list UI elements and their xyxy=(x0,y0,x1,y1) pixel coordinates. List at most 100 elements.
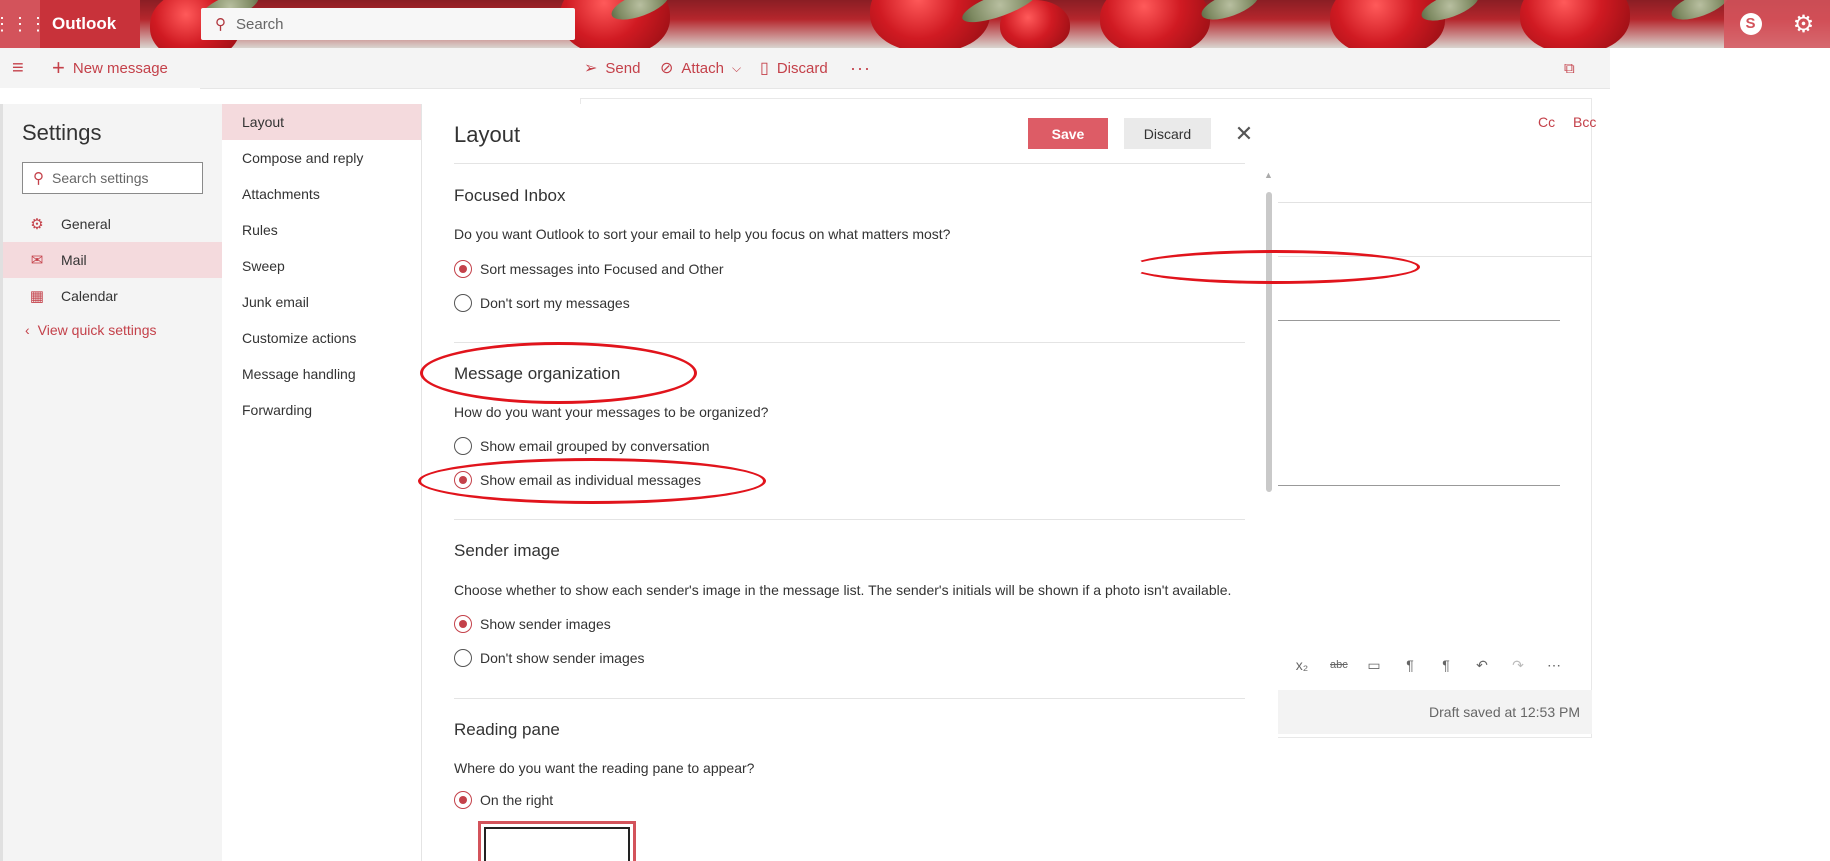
radio-label: Show email as individual messages xyxy=(480,472,701,488)
radio-button[interactable] xyxy=(454,294,472,312)
calendar-icon: ▦ xyxy=(29,288,45,305)
radio-button-selected[interactable] xyxy=(454,791,472,809)
panel-title: Layout xyxy=(454,122,521,147)
gear-icon: ⚙ xyxy=(1792,10,1815,38)
section-desc: Where do you want the reading pane to ap… xyxy=(454,760,755,776)
layout-settings-panel: Layout Save Discard ✕ ▲ Focused Inbox Do… xyxy=(422,104,1278,861)
subscript-icon[interactable]: x₂ xyxy=(1294,657,1310,673)
undo-icon[interactable]: ↶ xyxy=(1474,657,1490,674)
radio-label: Show sender images xyxy=(480,616,611,632)
scroll-up-icon[interactable]: ▲ xyxy=(1264,170,1273,180)
compose-divider xyxy=(1278,485,1560,486)
subnav-item-sweep[interactable]: Sweep xyxy=(222,248,421,284)
attach-button[interactable]: ⊘ Attach ⌵ xyxy=(660,48,741,88)
discard-button[interactable]: ▯ Discard xyxy=(760,48,828,88)
compose-divider xyxy=(1278,320,1560,321)
cc-link[interactable]: Cc xyxy=(1538,114,1555,130)
section-title-reading-pane: Reading pane xyxy=(454,720,560,739)
radio-button-selected[interactable] xyxy=(454,615,472,633)
app-brand[interactable]: Outlook xyxy=(40,0,140,48)
divider xyxy=(454,163,1245,164)
category-calendar[interactable]: ▦ Calendar xyxy=(3,278,222,314)
new-message-button[interactable]: + New message xyxy=(52,48,168,88)
close-icon[interactable]: ✕ xyxy=(1232,118,1256,149)
ltr-icon[interactable]: ¶ xyxy=(1402,657,1418,673)
view-quick-settings-label: View quick settings xyxy=(37,322,157,338)
radio-button[interactable] xyxy=(454,649,472,667)
more-format-icon[interactable]: ⋯ xyxy=(1546,657,1562,674)
page-background xyxy=(1610,48,1830,758)
send-label: Send xyxy=(605,59,641,77)
radio-label: Don't show sender images xyxy=(480,650,645,666)
search-icon: ⚲ xyxy=(215,16,226,33)
popout-icon[interactable]: ⧉ xyxy=(1564,48,1575,88)
radio-button[interactable] xyxy=(454,437,472,455)
redo-icon[interactable]: ↷ xyxy=(1510,657,1526,674)
subnav-item-forwarding[interactable]: Forwarding xyxy=(222,392,421,428)
hamburger-menu-icon[interactable]: ≡ xyxy=(12,48,24,88)
strikethrough-icon[interactable]: abc xyxy=(1330,659,1348,671)
subnav-item-layout[interactable]: Layout xyxy=(222,104,421,140)
search-input[interactable]: ⚲ Search xyxy=(201,8,575,40)
mail-settings-subnav: Layout Compose and reply Attachments Rul… xyxy=(222,104,422,861)
category-general[interactable]: ⚙ General xyxy=(3,206,222,242)
compose-divider xyxy=(1278,202,1592,203)
send-button[interactable]: ➢ Send xyxy=(584,48,640,88)
save-button[interactable]: Save xyxy=(1028,118,1108,149)
section-desc: How do you want your messages to be orga… xyxy=(454,404,769,420)
divider xyxy=(454,519,1245,520)
subnav-item-attachments[interactable]: Attachments xyxy=(222,176,421,212)
radio-reading-pane-right[interactable]: On the right xyxy=(454,788,553,812)
section-title-sender-image: Sender image xyxy=(454,541,560,560)
category-mail[interactable]: ✉ Mail xyxy=(3,242,222,278)
plus-icon: + xyxy=(52,55,65,80)
radio-individual-messages[interactable]: Show email as individual messages xyxy=(454,468,701,492)
bcc-link[interactable]: Bcc xyxy=(1573,114,1596,130)
gear-icon: ⚙ xyxy=(30,216,44,233)
settings-search-input[interactable] xyxy=(52,170,192,186)
paperclip-icon: ⊘ xyxy=(660,60,674,77)
settings-search-field[interactable]: ⚲ xyxy=(22,162,203,194)
divider xyxy=(454,342,1245,343)
send-icon: ➢ xyxy=(584,60,598,77)
radio-dont-sort[interactable]: Don't sort my messages xyxy=(454,291,630,315)
radio-show-sender-images[interactable]: Show sender images xyxy=(454,612,611,636)
section-desc: Choose whether to show each sender's ima… xyxy=(454,582,1232,598)
view-quick-settings-link[interactable]: ‹ View quick settings xyxy=(25,322,156,338)
radio-label: Show email grouped by conversation xyxy=(480,438,710,454)
rtl-icon[interactable]: ¶ xyxy=(1438,657,1454,673)
more-options-button[interactable]: ··· xyxy=(850,48,871,88)
top-header: ⋮⋮⋮ Outlook ⚲ Search S ⚙ xyxy=(0,0,1830,48)
preview-frame xyxy=(484,827,630,861)
settings-sidebar: Settings ⚲ ⚙ General ✉ Mail ▦ Calendar ‹… xyxy=(0,104,222,861)
scrollbar[interactable]: ▲ xyxy=(1264,170,1274,790)
subnav-item-message-handling[interactable]: Message handling xyxy=(222,356,421,392)
subnav-item-compose-and-reply[interactable]: Compose and reply xyxy=(222,140,421,176)
section-title-focused-inbox: Focused Inbox xyxy=(454,186,566,205)
insert-image-icon[interactable]: ▭ xyxy=(1366,657,1382,674)
format-toolbar: x₂ abc ▭ ¶ ¶ ↶ ↷ ⋯ xyxy=(1278,640,1592,690)
trash-icon: ▯ xyxy=(760,60,769,77)
app-launcher-icon[interactable]: ⋮⋮⋮ xyxy=(0,0,47,48)
section-title-message-organization: Message organization xyxy=(454,364,621,383)
scrollbar-thumb[interactable] xyxy=(1266,192,1272,492)
subnav-item-rules[interactable]: Rules xyxy=(222,212,421,248)
skype-button[interactable]: S xyxy=(1724,0,1777,48)
radio-button-selected[interactable] xyxy=(454,260,472,278)
category-label: General xyxy=(61,216,111,232)
radio-button-selected[interactable] xyxy=(454,471,472,489)
radio-sort-focused-other[interactable]: Sort messages into Focused and Other xyxy=(454,257,724,281)
compose-divider xyxy=(1278,256,1592,257)
settings-gear-button[interactable]: ⚙ xyxy=(1777,0,1830,48)
subnav-item-junk-email[interactable]: Junk email xyxy=(222,284,421,320)
radio-label: Sort messages into Focused and Other xyxy=(480,261,724,277)
search-icon: ⚲ xyxy=(33,170,44,187)
reading-pane-preview-image[interactable] xyxy=(478,821,636,861)
subnav-item-customize-actions[interactable]: Customize actions xyxy=(222,320,421,356)
radio-dont-show-sender-images[interactable]: Don't show sender images xyxy=(454,646,645,670)
search-placeholder: Search xyxy=(236,15,284,33)
cc-bcc-links: Cc Bcc xyxy=(1524,114,1596,130)
radio-grouped-by-conversation[interactable]: Show email grouped by conversation xyxy=(454,434,710,458)
divider xyxy=(454,698,1245,699)
discard-button[interactable]: Discard xyxy=(1124,118,1211,149)
